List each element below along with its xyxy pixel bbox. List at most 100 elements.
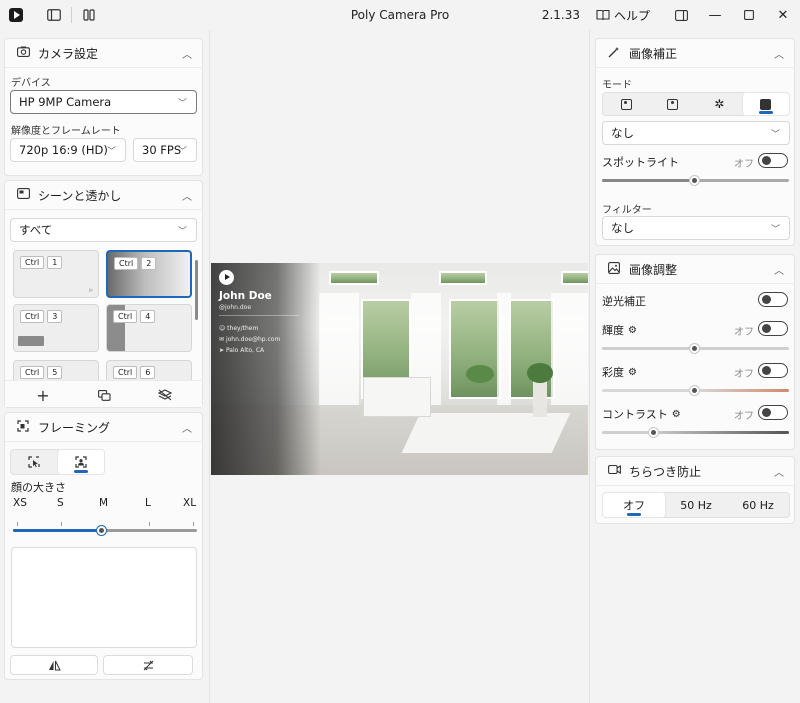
mode-dropdown[interactable]: なし ﹀ (602, 121, 790, 145)
plant (466, 365, 494, 383)
camera-settings-header[interactable]: カメラ設定 ︿ (5, 39, 202, 67)
chevron-up-icon[interactable]: ︿ (182, 188, 192, 203)
filter-dropdown[interactable]: なし ﹀ (602, 216, 790, 240)
panel-toggle-button[interactable] (664, 0, 698, 30)
framing-auto-tab[interactable] (57, 450, 104, 474)
chevron-up-icon[interactable]: ︿ (182, 46, 192, 61)
help-label: ヘルプ (613, 8, 650, 23)
maximize-button[interactable] (732, 0, 766, 30)
device-dropdown[interactable]: HP 9MP Camera ﹀ (10, 90, 197, 114)
flicker-selector: オフ 50 Hz 60 Hz (602, 492, 790, 518)
framing-preview-box (11, 547, 197, 648)
flicker-title: ちらつき防止 (629, 464, 702, 479)
minimize-button[interactable]: — (698, 0, 732, 30)
scene-tile-3[interactable]: Ctrl 3 (13, 304, 99, 352)
flicker-option-60hz[interactable]: 60 Hz (727, 493, 789, 517)
card-email: john.doe@hp.com (225, 336, 281, 343)
scrollbar[interactable] (195, 260, 198, 320)
mode-option-3[interactable]: ✲ (696, 93, 743, 115)
flicker-option-off[interactable]: オフ (603, 493, 665, 517)
sidebar-toggle-icon[interactable] (39, 0, 69, 30)
window-right (509, 299, 555, 399)
gear-icon[interactable]: ⚙ (628, 325, 637, 336)
contrast-toggle[interactable] (758, 405, 788, 420)
tile-number: 5 (47, 366, 63, 379)
flicker-icon (605, 464, 623, 478)
face-size-slider[interactable] (13, 525, 197, 536)
slider-thumb[interactable] (689, 385, 700, 396)
card-pronouns: they/them (227, 325, 259, 332)
camera-icon (14, 46, 32, 60)
chevron-up-icon[interactable]: ︿ (774, 262, 784, 277)
flicker-option-50hz[interactable]: 50 Hz (665, 493, 727, 517)
scene-tile-2[interactable]: Ctrl 2 (106, 250, 192, 298)
enhance-header[interactable]: 画像補正 ︿ (596, 39, 794, 67)
device-value: HP 9MP Camera (19, 95, 112, 109)
window-center (449, 299, 501, 399)
scene-filter-value: すべて (19, 223, 53, 237)
saturation-toggle[interactable] (758, 363, 788, 378)
chevron-up-icon[interactable]: ︿ (774, 46, 784, 61)
plant (527, 363, 553, 383)
image-icon (605, 261, 623, 277)
mode-option-4[interactable] (742, 93, 789, 115)
hide-scene-button[interactable] (127, 381, 202, 407)
saturation-slider[interactable] (602, 385, 789, 396)
contrast-slider[interactable] (602, 427, 789, 438)
fps-dropdown[interactable]: 30 FPS ﹀ (133, 138, 197, 162)
brightness-slider[interactable] (602, 343, 789, 354)
close-icon: ✕ (777, 7, 789, 23)
brightness-toggle[interactable] (758, 321, 788, 336)
backlight-toggle[interactable] (758, 292, 788, 307)
person-frame-icon (75, 456, 87, 468)
curtain (497, 293, 511, 409)
gear-icon[interactable]: ⚙ (672, 409, 681, 420)
scene-filter-dropdown[interactable]: すべて ﹀ (10, 218, 197, 242)
help-button[interactable]: ヘルプ (596, 7, 650, 24)
scenes-header[interactable]: シーンと透かし ︿ (5, 181, 202, 209)
poly-logo-icon (219, 270, 234, 285)
slider-thumb[interactable] (96, 525, 107, 536)
filter-label: フィルター (602, 205, 652, 216)
cursor-frame-icon (28, 456, 40, 468)
scene-tile-4[interactable]: Ctrl 4 (106, 304, 192, 352)
split-view-icon[interactable] (74, 0, 104, 30)
framing-icon (14, 419, 32, 435)
duplicate-icon (97, 389, 111, 401)
mode-option-1[interactable] (603, 93, 650, 115)
watermark-icon: ▹ (89, 286, 93, 294)
close-button[interactable]: ✕ (766, 0, 800, 30)
gear-icon[interactable]: ⚙ (628, 367, 637, 378)
brightness-state: オフ (734, 327, 754, 338)
flip-button[interactable] (103, 655, 193, 675)
spotlight-toggle[interactable] (758, 153, 788, 168)
chevron-up-icon[interactable]: ︿ (774, 464, 784, 479)
slider-fill (13, 529, 101, 532)
mirror-button[interactable] (10, 655, 98, 675)
mode-option-2[interactable] (650, 93, 697, 115)
scene-tile-1[interactable]: Ctrl 1 ▹ (13, 250, 99, 298)
duplicate-scene-button[interactable] (81, 381, 127, 407)
flicker-header[interactable]: ちらつき防止 ︿ (596, 457, 794, 485)
resolution-dropdown[interactable]: 720p 16:9 (HD) ﹀ (10, 138, 126, 162)
add-scene-button[interactable]: + (5, 381, 81, 407)
framing-title: フレーミング (38, 420, 111, 435)
slider-thumb[interactable] (648, 427, 659, 438)
slider-fill (602, 179, 694, 182)
curtain (319, 293, 359, 413)
ctrl-key: Ctrl (113, 310, 138, 323)
tick-marks (17, 522, 197, 526)
spotlight-slider[interactable] (602, 175, 789, 186)
framing-header[interactable]: フレーミング ︿ (5, 413, 202, 441)
adjust-header[interactable]: 画像調整 ︿ (596, 255, 794, 283)
slider-thumb[interactable] (689, 343, 700, 354)
tile-number: 2 (141, 257, 157, 270)
framing-manual-tab[interactable] (11, 450, 58, 474)
divider (71, 7, 72, 23)
location-icon: ➤ (219, 347, 226, 354)
chevron-up-icon[interactable]: ︿ (182, 420, 192, 435)
card-handle: @john.doe (219, 304, 252, 311)
ctrl-key: Ctrl (113, 366, 138, 379)
chevron-down-icon: ﹀ (770, 224, 780, 235)
slider-thumb[interactable] (689, 175, 700, 186)
